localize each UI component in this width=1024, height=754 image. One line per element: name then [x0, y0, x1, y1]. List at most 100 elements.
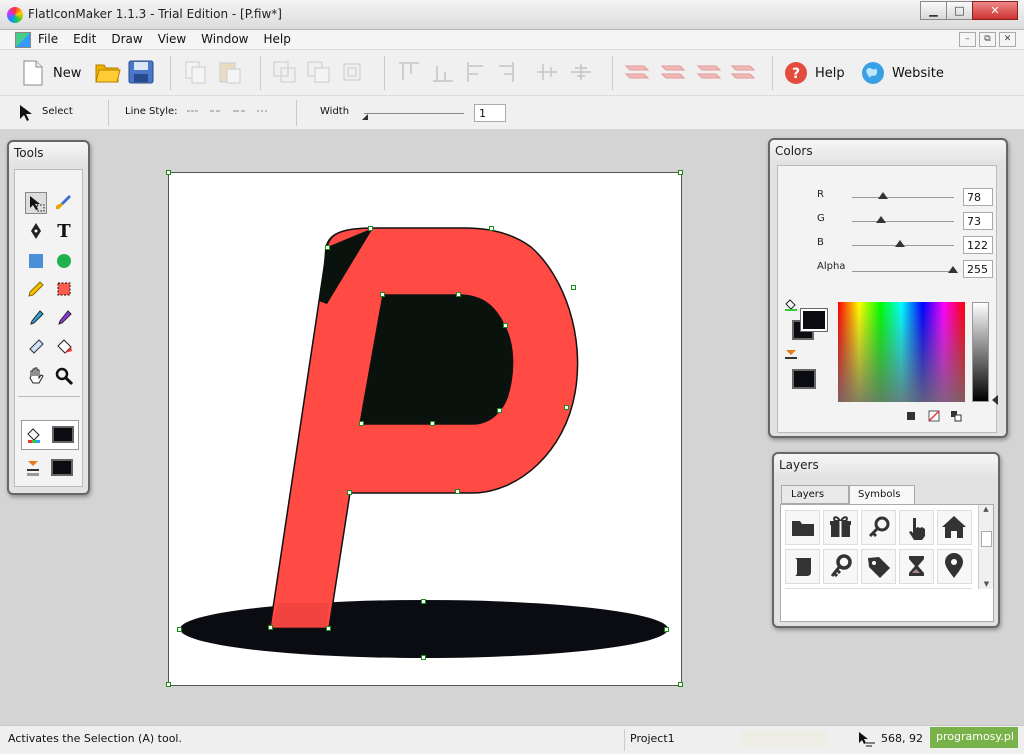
g-slider-thumb[interactable] [876, 216, 886, 223]
color-spectrum[interactable] [838, 302, 965, 402]
node-handle[interactable] [497, 408, 502, 413]
alpha-slider[interactable] [852, 266, 958, 273]
letter-p-shape[interactable] [269, 227, 579, 629]
brightness-slider-thumb[interactable] [992, 395, 998, 405]
node-handle[interactable] [421, 655, 426, 660]
website-button[interactable]: Website [861, 58, 944, 88]
brush-tool[interactable] [53, 192, 75, 214]
symbol-tag[interactable] [861, 549, 896, 584]
fill-tool[interactable] [53, 337, 75, 359]
ungroup-icon[interactable] [306, 60, 332, 84]
line-style-options[interactable] [185, 108, 275, 114]
b-input[interactable]: 122 [963, 236, 993, 254]
hand-tool[interactable] [25, 366, 47, 388]
stroke-color-row[interactable] [21, 454, 79, 484]
symbol-hand[interactable] [899, 510, 934, 545]
fill-color-swatch[interactable] [52, 426, 74, 443]
menu-file[interactable]: File [38, 32, 58, 46]
node-handle[interactable] [664, 627, 669, 632]
symbol-home[interactable] [937, 510, 972, 545]
alpha-input[interactable]: 255 [963, 260, 993, 278]
menu-help[interactable]: Help [264, 32, 291, 46]
symbol-map-pin[interactable] [937, 549, 972, 584]
shadow-ellipse[interactable] [180, 600, 668, 658]
eyedropper-tool[interactable] [25, 308, 47, 330]
node-handle[interactable] [456, 292, 461, 297]
tab-layers[interactable]: Layers [781, 485, 849, 504]
node-handle[interactable] [347, 490, 352, 495]
symbol-gift[interactable] [823, 510, 858, 545]
open-folder-icon[interactable] [95, 60, 121, 84]
mdi-minimize-button[interactable]: – [959, 32, 976, 47]
node-handle[interactable] [177, 627, 182, 632]
menu-window[interactable]: Window [201, 32, 248, 46]
node-handle[interactable] [326, 626, 331, 631]
alpha-slider-thumb[interactable] [948, 266, 958, 273]
g-input[interactable]: 73 [963, 212, 993, 230]
primary-color-swatch[interactable] [800, 308, 828, 332]
mdi-close-button[interactable]: ✕ [999, 32, 1016, 47]
symbol-key[interactable] [823, 549, 858, 584]
text-tool[interactable]: T [53, 221, 75, 243]
rectangle-tool[interactable] [25, 250, 47, 272]
combine-icon[interactable] [340, 60, 366, 84]
maximize-button[interactable]: □ [946, 1, 973, 20]
b-slider-thumb[interactable] [895, 240, 905, 247]
pointer-icon[interactable] [18, 104, 36, 122]
selection-handle[interactable] [166, 170, 171, 175]
brightness-bar[interactable] [972, 302, 989, 402]
close-button[interactable]: ✕ [972, 1, 1018, 20]
copy-icon[interactable] [183, 60, 209, 84]
node-handle[interactable] [268, 625, 273, 630]
symbol-key-search[interactable] [861, 510, 896, 545]
select-tool[interactable] [25, 192, 47, 214]
arrange-icon[interactable] [624, 60, 764, 84]
selection-handle[interactable] [678, 170, 683, 175]
document-icon[interactable] [15, 32, 31, 48]
symbols-scrollbar[interactable]: ▲ ▼ [978, 505, 993, 589]
menu-edit[interactable]: Edit [73, 32, 96, 46]
eraser-tool[interactable] [25, 337, 47, 359]
pen-tool[interactable] [25, 221, 47, 243]
node-handle[interactable] [325, 245, 330, 250]
align-icon[interactable] [397, 60, 607, 84]
node-handle[interactable] [421, 599, 426, 604]
node-handle[interactable] [455, 489, 460, 494]
menu-draw[interactable]: Draw [111, 32, 142, 46]
scroll-thumb[interactable] [981, 531, 992, 547]
symbol-hourglass[interactable] [899, 549, 934, 584]
b-slider[interactable] [852, 240, 954, 247]
stroke-color-swatch[interactable] [51, 459, 73, 476]
node-handle[interactable] [571, 285, 576, 290]
symbol-folder[interactable] [785, 510, 820, 545]
stroke-color-swatch[interactable] [792, 369, 816, 389]
group-icon[interactable] [272, 60, 298, 84]
new-button[interactable]: New [22, 58, 81, 88]
help-button[interactable]: ? Help [784, 58, 845, 88]
swap-colors-icon[interactable] [950, 410, 962, 422]
pencil-tool[interactable] [25, 279, 47, 301]
node-handle[interactable] [368, 226, 373, 231]
node-handle[interactable] [430, 421, 435, 426]
ellipse-tool[interactable] [53, 250, 75, 272]
scroll-down-icon[interactable]: ▼ [979, 580, 994, 588]
node-handle[interactable] [503, 323, 508, 328]
save-icon[interactable] [128, 60, 154, 84]
zoom-tool[interactable] [53, 366, 75, 388]
r-input[interactable]: 78 [963, 188, 993, 206]
node-handle[interactable] [380, 292, 385, 297]
width-input[interactable]: 1 [474, 104, 506, 122]
node-handle[interactable] [359, 421, 364, 426]
minimize-button[interactable]: ▁ [920, 1, 947, 20]
width-slider[interactable] [364, 113, 464, 114]
scroll-up-icon[interactable]: ▲ [979, 505, 993, 513]
selection-handle[interactable] [166, 682, 171, 687]
node-handle[interactable] [564, 405, 569, 410]
paste-icon[interactable] [217, 60, 243, 84]
selection-handle[interactable] [678, 682, 683, 687]
black-preset-icon[interactable] [907, 412, 915, 420]
symbol-scroll[interactable] [785, 549, 820, 584]
drawing-canvas[interactable] [166, 170, 683, 687]
node-handle[interactable] [489, 226, 494, 231]
marquee-tool[interactable] [53, 279, 75, 301]
